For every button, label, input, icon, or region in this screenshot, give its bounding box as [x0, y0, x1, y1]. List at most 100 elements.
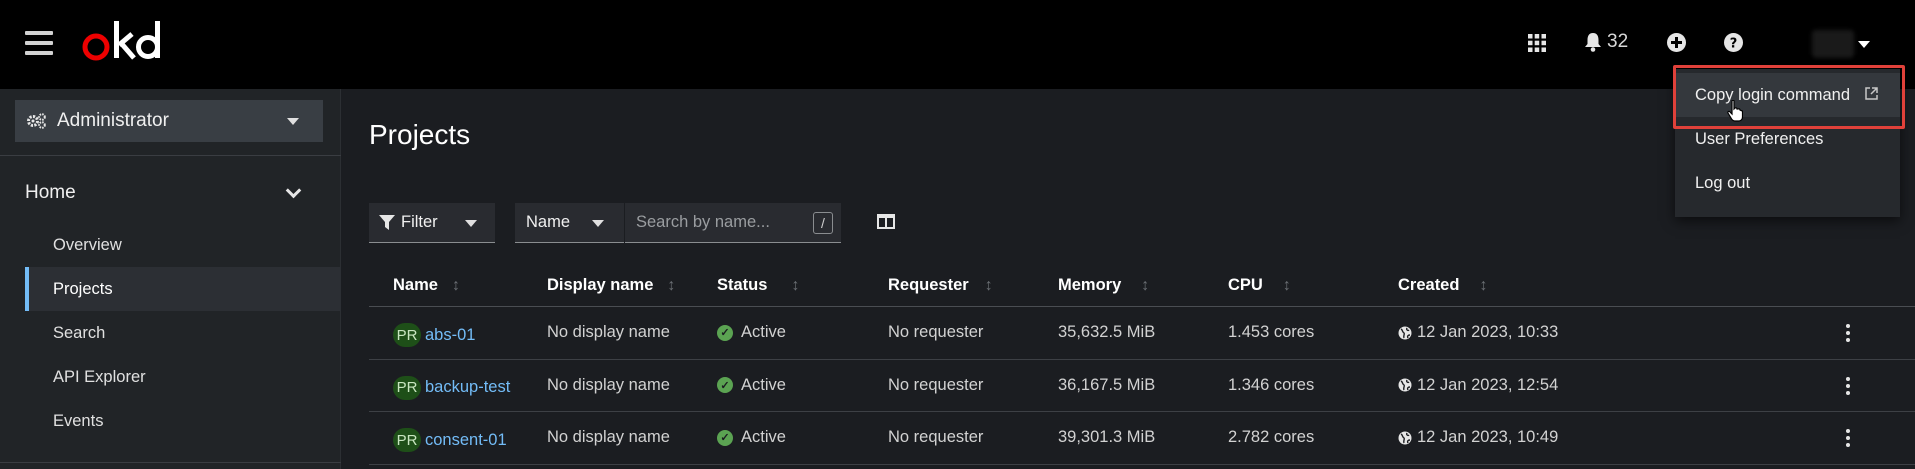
sidebar-item-label: Events	[53, 411, 104, 430]
filter-type-select[interactable]: Name	[515, 203, 624, 243]
kebab-menu-icon[interactable]	[1843, 374, 1853, 398]
column-header-created[interactable]: Created ↕	[1398, 276, 1487, 295]
resource-badge: PR	[393, 323, 421, 347]
perspective-switcher[interactable]: Administrator	[15, 100, 323, 142]
menu-item-label: User Preferences	[1695, 129, 1824, 148]
avatar	[1812, 30, 1854, 58]
requester-cell: No requester	[888, 428, 984, 446]
menu-item-copy-login-command[interactable]: Copy login command	[1675, 73, 1900, 117]
svg-text:?: ?	[1730, 37, 1738, 52]
user-menu-toggle[interactable]	[1812, 28, 1870, 60]
notifications-button[interactable]: 32	[1584, 31, 1628, 53]
user-dropdown-menu: Copy login command User Preferences Log …	[1675, 69, 1900, 217]
caret-down-icon	[287, 118, 299, 125]
bell-icon	[1585, 33, 1601, 52]
status-cell: ✓ Active	[717, 428, 786, 447]
created-cell: 12 Jan 2023, 10:33	[1398, 323, 1558, 342]
cpu-cell: 1.453 cores	[1228, 323, 1315, 341]
status-text: Active	[741, 428, 786, 446]
status-text: Active	[741, 323, 786, 341]
project-link[interactable]: backup-test	[425, 378, 510, 397]
menu-item-label: Log out	[1695, 173, 1751, 192]
caret-down-icon	[1858, 40, 1870, 48]
sidebar-item-label: Projects	[53, 279, 113, 298]
sidebar-item-api-explorer[interactable]: API Explorer	[25, 355, 341, 399]
created-cell: 12 Jan 2023, 10:49	[1398, 428, 1558, 447]
column-header-name[interactable]: Name ↕	[369, 276, 460, 295]
sort-icon: ↕	[451, 276, 460, 294]
okd-logo[interactable]	[81, 18, 171, 62]
sidebar-item-overview[interactable]: Overview	[25, 223, 341, 267]
memory-cell: 36,167.5 MiB	[1058, 375, 1156, 394]
sidebar-item-projects[interactable]: Projects	[25, 267, 341, 311]
nav-section-label: Home	[25, 182, 76, 203]
perspective-label: Administrator	[57, 110, 169, 131]
project-link[interactable]: abs-01	[425, 326, 475, 345]
project-name-cell: PR consent-01	[393, 428, 507, 452]
created-timestamp: 12 Jan 2023, 10:33	[1417, 323, 1559, 341]
check-circle-icon: ✓	[717, 324, 733, 341]
column-header-label: Memory	[1058, 276, 1122, 294]
check-circle-icon: ✓	[717, 377, 733, 393]
help-icon[interactable]: ?	[1724, 33, 1743, 52]
projects-table: Name ↕ Display name ↕ Status ↕ Requester ↕ M…	[369, 263, 1915, 465]
manage-columns-icon[interactable]	[877, 214, 895, 229]
sidebar-item-label: Overview	[53, 235, 122, 254]
created-timestamp: 12 Jan 2023, 12:54	[1417, 375, 1559, 394]
sort-icon: ↕	[791, 276, 800, 294]
sort-icon: ↕	[1282, 276, 1291, 294]
column-header-status[interactable]: Status ↕	[717, 276, 799, 295]
caret-down-icon	[592, 220, 604, 227]
search-input[interactable]	[636, 213, 806, 232]
nav-section-home[interactable]: Home	[0, 173, 341, 213]
table-row: PR backup-test No display name ✓ Active No re…	[369, 360, 1915, 412]
menu-item-user-preferences[interactable]: User Preferences	[1675, 117, 1900, 161]
created-timestamp: 12 Jan 2023, 10:49	[1417, 428, 1559, 446]
column-header-cpu[interactable]: CPU ↕	[1228, 276, 1291, 295]
filter-button[interactable]: Filter	[369, 203, 495, 243]
chevron-down-icon	[285, 182, 302, 199]
status-cell: ✓ Active	[717, 376, 786, 395]
divider	[0, 155, 341, 156]
grid-icon[interactable]	[1528, 34, 1546, 52]
kebab-menu-icon[interactable]	[1843, 321, 1853, 345]
status-text: Active	[741, 375, 786, 394]
column-header-label: Status	[717, 276, 768, 294]
column-header-memory[interactable]: Memory ↕	[1058, 276, 1149, 295]
menu-icon[interactable]	[25, 31, 53, 55]
sidebar-item-label: Search	[53, 323, 106, 342]
divider	[0, 462, 341, 463]
requester-cell: No requester	[888, 323, 984, 341]
cpu-cell: 1.346 cores	[1228, 375, 1315, 394]
table-row: PR abs-01 No display name ✓ Active No request…	[369, 307, 1915, 360]
plus-circle-icon[interactable]	[1667, 33, 1686, 52]
sort-icon: ↕	[984, 276, 993, 294]
sort-icon: ↕	[667, 276, 676, 294]
pointer-cursor-icon	[1727, 100, 1743, 122]
cogs-icon	[27, 113, 46, 129]
project-link[interactable]: consent-01	[425, 431, 507, 450]
status-cell: ✓ Active	[717, 323, 786, 342]
page-title: Projects	[369, 119, 471, 150]
created-cell: 12 Jan 2023, 12:54	[1398, 376, 1558, 395]
resource-badge: PR	[393, 375, 421, 400]
column-header-label: CPU	[1228, 276, 1263, 294]
notifications-count: 32	[1607, 31, 1629, 52]
memory-cell: 35,632.5 MiB	[1058, 323, 1156, 341]
resource-badge: PR	[393, 428, 421, 452]
sidebar-item-search[interactable]: Search	[25, 311, 341, 355]
kebab-menu-icon[interactable]	[1843, 426, 1853, 450]
column-header-label: Display name	[547, 276, 654, 294]
table-header: Name ↕ Display name ↕ Status ↕ Requester ↕ M…	[369, 263, 1915, 307]
column-header-requester[interactable]: Requester ↕	[888, 276, 993, 295]
project-name-cell: PR backup-test	[393, 375, 510, 400]
sidebar-item-events[interactable]: Events	[25, 399, 341, 443]
column-header-display-name[interactable]: Display name ↕	[547, 276, 675, 295]
sidebar-item-label: API Explorer	[53, 367, 146, 386]
display-name-cell: No display name	[547, 323, 670, 341]
caret-down-icon	[465, 220, 477, 227]
menu-item-log-out[interactable]: Log out	[1675, 161, 1900, 205]
search-field: /	[625, 203, 841, 243]
filter-type-label: Name	[526, 213, 571, 231]
filter-icon	[379, 214, 395, 230]
